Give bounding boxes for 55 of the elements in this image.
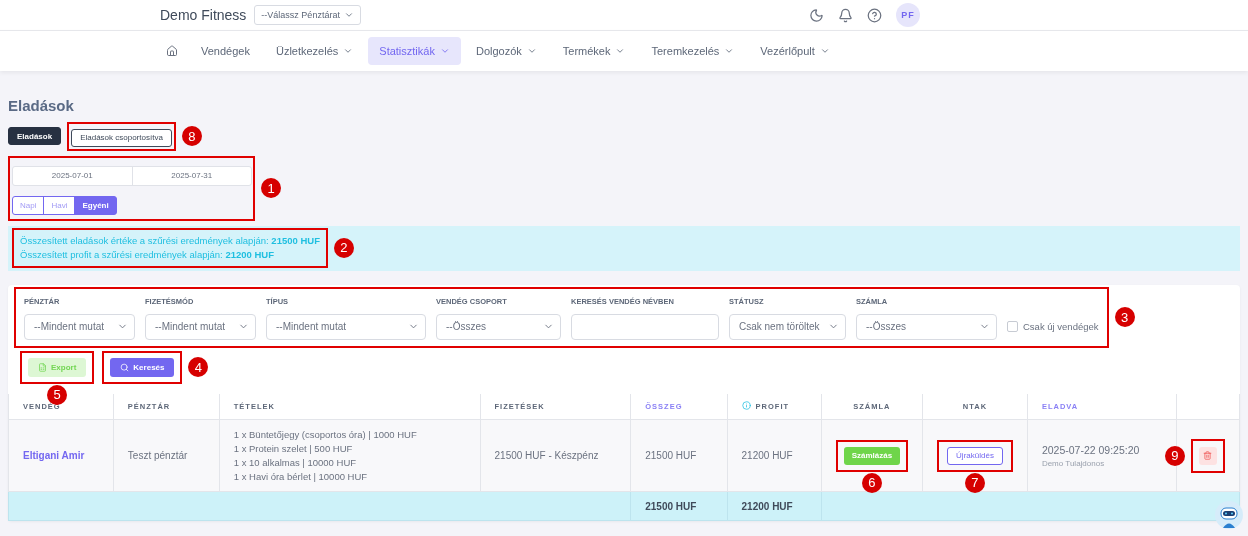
- filter-select[interactable]: --Mindent mutat: [145, 313, 256, 340]
- total-amount: 21500 HUF: [630, 491, 728, 521]
- trash-icon: [1203, 451, 1213, 460]
- period-button[interactable]: Egyéni: [74, 195, 117, 215]
- view-tab[interactable]: Eladások csoportosítva: [71, 128, 172, 147]
- search-icon: [120, 362, 130, 372]
- guest-link[interactable]: Eltigani Amir: [23, 450, 85, 461]
- filter-select[interactable]: --Összes: [856, 313, 997, 340]
- sold-date: 2025-07-22 09:25:20: [1041, 443, 1141, 456]
- resend-button[interactable]: Újraküldés: [947, 446, 1003, 465]
- callout-badge: 6: [861, 472, 882, 493]
- chevron-icon: [343, 10, 354, 20]
- callout-badge: 1: [261, 178, 281, 198]
- user-avatar[interactable]: PF: [896, 3, 920, 27]
- nav-item[interactable]: Termékek: [551, 37, 637, 65]
- table-cell: 21200 HUF: [727, 419, 822, 492]
- callout-badge: 2: [333, 237, 354, 258]
- nav-item[interactable]: Statisztikák: [368, 37, 461, 65]
- sale-item-text: 1 x Protein szelet | 500 HUF: [233, 443, 354, 454]
- filter-select[interactable]: --Mindent mutat: [266, 313, 426, 340]
- sale-item-text: 1 x Büntetőjegy (csoportos óra) | 1000 HUF: [233, 429, 418, 440]
- nav-item[interactable]: Vendégek: [190, 37, 261, 65]
- filter-select[interactable]: Csak nem töröltek: [729, 313, 846, 340]
- page-title: Eladások: [8, 97, 75, 114]
- callout-badge: 8: [181, 126, 202, 147]
- bell-icon[interactable]: [838, 7, 853, 23]
- filter-select[interactable]: --Összes: [436, 313, 561, 340]
- callout-badge: 7: [965, 472, 985, 493]
- table-cell: 21500 HUF - Készpénz: [480, 419, 631, 492]
- home-icon[interactable]: [166, 45, 178, 57]
- sale-item-text: 1 x 10 alkalmas | 10000 HUF: [233, 457, 358, 468]
- nav-item[interactable]: Vezérlőpult: [749, 37, 841, 65]
- callout-badge: 3: [1114, 307, 1135, 327]
- file-icon: [38, 362, 47, 372]
- help-icon[interactable]: [867, 7, 882, 23]
- brand-name: Demo Fitness: [160, 7, 247, 23]
- total-profit: 21200 HUF: [727, 491, 822, 521]
- nav-item[interactable]: Üzletkezelés: [264, 37, 365, 65]
- view-tab[interactable]: Eladások: [8, 127, 62, 146]
- summary-text: Összesített profit a szűrési eredmények alapján: 21200 HUF: [20, 247, 275, 262]
- new-guests-checkbox[interactable]: Csak új vendégek: [1007, 313, 1099, 340]
- nav-item[interactable]: Teremkezelés: [640, 37, 746, 65]
- search-button[interactable]: Keresés: [110, 357, 175, 377]
- nav-item[interactable]: Dolgozók: [464, 37, 548, 65]
- sale-item-text: 1 x Havi óra bérlet | 10000 HUF: [233, 471, 369, 482]
- moon-icon[interactable]: [809, 7, 824, 23]
- register-select[interactable]: --Válassz Pénztárat: [254, 5, 361, 25]
- guest-search-field[interactable]: [571, 313, 719, 340]
- summary-text: Összesített eladások értéke a szűrési eredmények alapján: 21500 HUF: [20, 233, 320, 248]
- filter-select[interactable]: --Mindent mutat: [24, 313, 135, 340]
- callout-badge: 4: [188, 357, 209, 377]
- table-cell: 21500 HUF: [630, 419, 728, 492]
- table-cell: Teszt pénztár: [113, 419, 220, 492]
- seller-name: Demo Tulajdonos: [1041, 458, 1106, 468]
- robot-icon[interactable]: [1214, 500, 1244, 530]
